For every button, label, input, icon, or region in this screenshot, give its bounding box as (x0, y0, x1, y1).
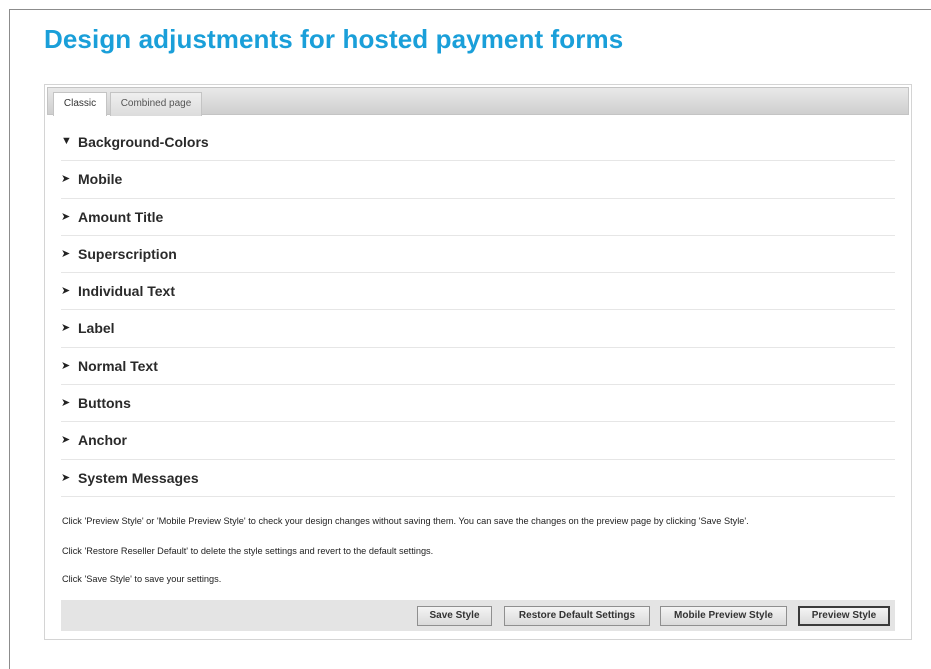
tab-combined-page[interactable]: Combined page (110, 92, 202, 116)
style-panel: Classic Combined page ▼ Background-Color… (44, 84, 912, 640)
restore-hint-text: Click 'Restore Reseller Default' to dele… (62, 546, 434, 556)
restore-default-settings-button[interactable]: Restore Default Settings (504, 606, 650, 626)
tab-classic[interactable]: Classic (53, 92, 107, 116)
section-label: Normal Text (78, 357, 158, 374)
tab-combined-page-label: Combined page (120, 98, 192, 109)
section-label: Anchor (78, 432, 127, 449)
section-label: Buttons (78, 395, 131, 412)
save-style-button[interactable]: Save Style (417, 606, 492, 626)
triangle-right-icon: ➤ (61, 173, 71, 186)
section-individual-text[interactable]: ➤ Individual Text (61, 273, 895, 311)
triangle-down-icon: ▼ (61, 135, 72, 147)
section-label: Mobile (78, 171, 123, 188)
section-label: Label (78, 320, 115, 337)
triangle-right-icon: ➤ (61, 359, 71, 372)
section-list: ▼ Background-Colors ➤ Mobile ➤ Amount Ti… (61, 124, 895, 497)
save-hint-text: Click 'Save Style' to save your settings… (62, 574, 222, 584)
section-label: Individual Text (78, 283, 175, 300)
section-mobile[interactable]: ➤ Mobile (61, 161, 895, 199)
section-label: System Messages (78, 469, 199, 486)
section-superscription[interactable]: ➤ Superscription (61, 236, 895, 274)
section-amount-title[interactable]: ➤ Amount Title (61, 199, 895, 236)
section-anchor[interactable]: ➤ Anchor (61, 422, 895, 460)
page-title: Design adjustments for hosted payment fo… (44, 24, 624, 54)
section-label: Amount Title (78, 208, 164, 225)
section-buttons[interactable]: ➤ Buttons (61, 385, 895, 423)
section-system-messages[interactable]: ➤ System Messages (61, 460, 895, 497)
triangle-right-icon: ➤ (61, 322, 71, 335)
triangle-right-icon: ➤ (61, 285, 71, 298)
triangle-right-icon: ➤ (61, 247, 71, 260)
tab-classic-label: Classic (63, 98, 97, 109)
triangle-right-icon: ➤ (61, 471, 71, 484)
triangle-right-icon: ➤ (61, 434, 71, 447)
preview-hint-text: Click 'Preview Style' or 'Mobile Preview… (62, 516, 749, 526)
section-normal-text[interactable]: ➤ Normal Text (61, 348, 895, 386)
button-bar: Save Style Restore Default Settings Mobi… (61, 600, 895, 631)
section-background-colors[interactable]: ▼ Background-Colors (61, 124, 895, 162)
tab-bar: Classic Combined page (47, 87, 909, 116)
mobile-preview-style-button[interactable]: Mobile Preview Style (660, 606, 787, 626)
section-label-style[interactable]: ➤ Label (61, 310, 895, 348)
section-label: Background-Colors (78, 134, 209, 150)
triangle-right-icon: ➤ (61, 397, 71, 410)
triangle-right-icon: ➤ (61, 210, 71, 223)
section-label: Superscription (78, 245, 177, 262)
preview-style-button[interactable]: Preview Style (798, 606, 890, 626)
